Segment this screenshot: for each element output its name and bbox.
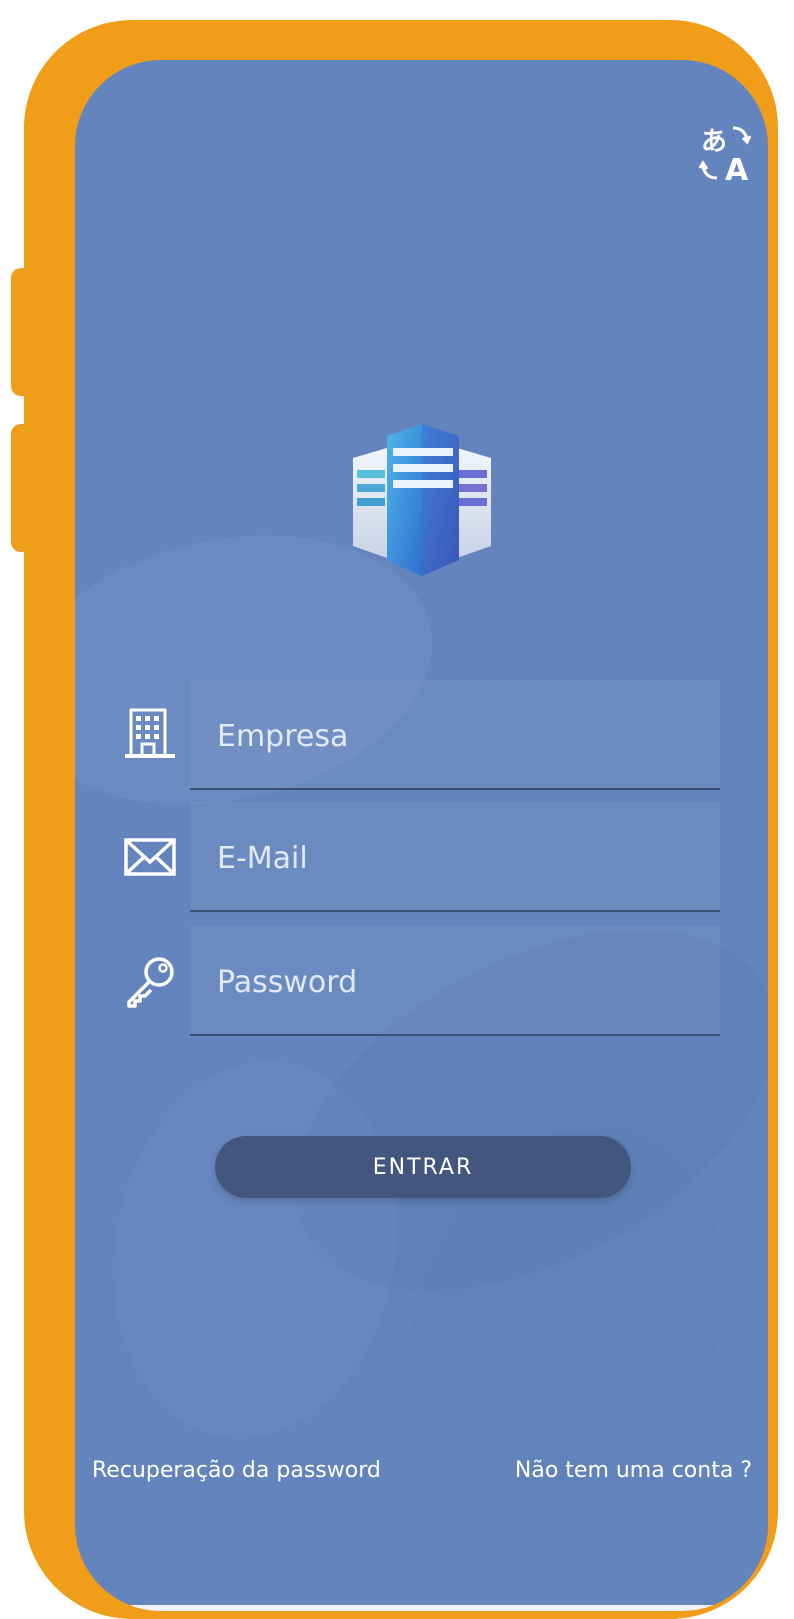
building-icon xyxy=(125,708,175,758)
phone-frame: あ A Empresa E-Mail ENTRAR Recuperação da… xyxy=(24,20,778,1619)
password-input[interactable] xyxy=(215,956,699,1008)
login-screen: あ A Empresa E-Mail ENTRAR Recuperação da… xyxy=(75,60,768,1611)
recover-password-link[interactable]: Recuperação da password xyxy=(92,1458,381,1483)
password-field-row xyxy=(115,926,720,1036)
svg-text:A: A xyxy=(725,153,749,186)
signup-link[interactable]: Não tem uma conta ? xyxy=(515,1458,752,1483)
company-field-row xyxy=(115,680,720,790)
key-icon xyxy=(127,957,174,1008)
envelope-icon xyxy=(124,838,176,876)
login-button[interactable]: ENTRAR xyxy=(215,1136,631,1198)
building-logo-icon xyxy=(353,424,491,576)
translate-icon: あ A xyxy=(698,126,752,186)
email-field-row xyxy=(115,802,720,912)
email-input[interactable] xyxy=(215,832,699,884)
svg-text:あ: あ xyxy=(701,127,727,157)
company-input[interactable] xyxy=(215,710,699,762)
language-button[interactable]: あ A xyxy=(695,122,759,186)
